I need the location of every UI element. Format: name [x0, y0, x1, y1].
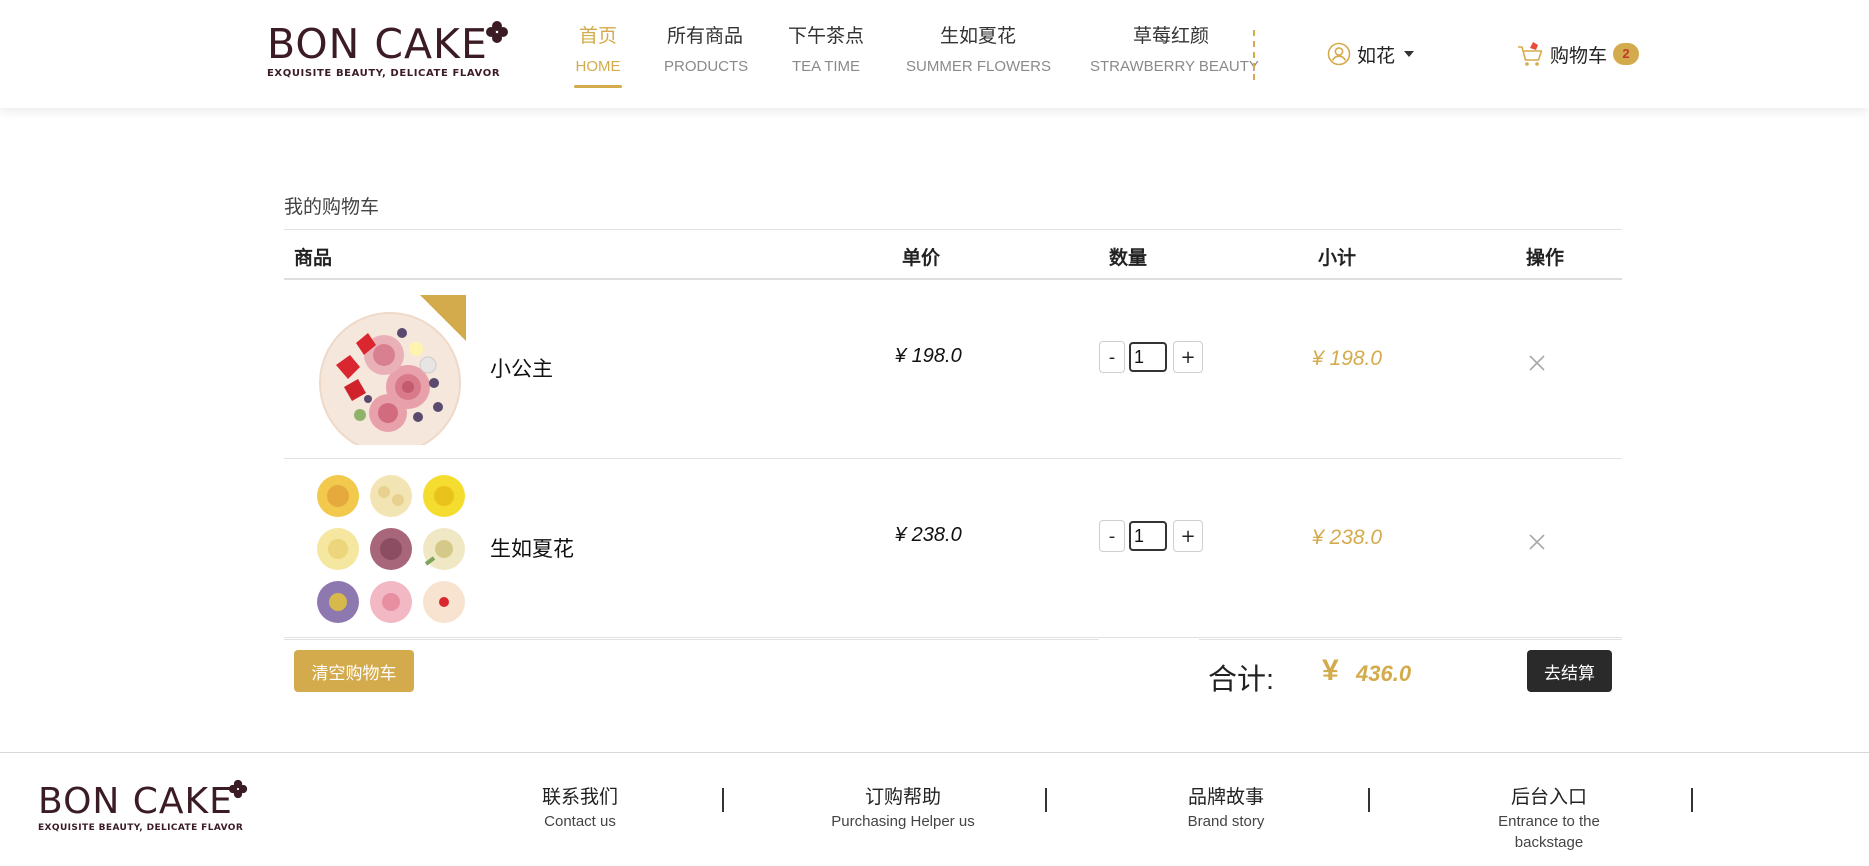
flower-icon	[228, 779, 248, 799]
divider	[284, 639, 1099, 640]
brand-tagline: EXQUISITE BEAUTY, DELICATE FLAVOR	[38, 823, 244, 833]
brand-name: BON CAKE	[38, 781, 233, 822]
footer-link-label: 后台入口	[1510, 787, 1587, 808]
page-title: 我的购物车	[284, 197, 380, 218]
footer-logo[interactable]: BON CAKE EXQUISITE BEAUTY, DELICATE FLAV…	[38, 779, 253, 845]
header-price: 单价	[902, 248, 941, 269]
nav-home-label: 首页	[578, 26, 617, 47]
footer-link-sublabel: Entrance to the backstage	[1498, 813, 1600, 851]
nav-strawberry-beauty[interactable]: 草莓红颜 STRAWBERRY BEAUTY	[1090, 22, 1259, 92]
total-label: 合计:	[1208, 664, 1275, 696]
close-icon[interactable]	[1526, 531, 1548, 553]
quantity-input[interactable]	[1129, 521, 1167, 551]
header-quantity: 数量	[1109, 248, 1148, 269]
active-indicator	[574, 85, 622, 88]
cart-count-badge: 2	[1613, 43, 1640, 65]
increase-quantity-button[interactable]: +	[1173, 341, 1203, 373]
unit-price: ¥ 198.0	[895, 345, 962, 367]
nav-tea-time-label: 下午茶点	[787, 26, 864, 47]
flower-cupcakes-image	[317, 475, 465, 623]
footer-link-sublabel: Purchasing Helper us	[831, 813, 975, 830]
flower-icon	[486, 21, 508, 43]
nav-summer-flowers[interactable]: 生如夏花 SUMMER FLOWERS	[906, 22, 1052, 92]
table-row: 生如夏花 ¥ 238.0 - + ¥ 238.0	[284, 459, 1622, 638]
footer-separator	[1691, 788, 1693, 812]
user-menu[interactable]: 如花	[1327, 40, 1415, 68]
footer-link-label: 联系我们	[541, 787, 618, 808]
nav-home-sublabel: HOME	[575, 58, 621, 75]
close-icon[interactable]	[1526, 352, 1548, 374]
header-subtotal: 小计	[1318, 248, 1357, 269]
footer-link-sublabel: Contact us	[544, 813, 616, 830]
footer-link-contact[interactable]: 联系我们 Contact us	[520, 785, 640, 832]
decrease-quantity-button[interactable]: -	[1099, 520, 1125, 552]
nav-summer-flowers-label: 生如夏花	[939, 26, 1016, 47]
total-currency: ¥	[1322, 654, 1339, 687]
brand-tagline: EXQUISITE BEAUTY, DELICATE FLAVOR	[267, 68, 501, 79]
total-amount: 436.0	[1356, 661, 1412, 686]
nav-divider	[1253, 30, 1255, 80]
nav-products[interactable]: 所有商品 PRODUCTS	[664, 22, 749, 92]
nav-products-sublabel: PRODUCTS	[664, 58, 749, 75]
nav-strawberry-beauty-label: 草莓红颜	[1132, 26, 1209, 47]
cart-table-header: 商品 单价 数量 小计 操作	[284, 229, 1622, 280]
footer-separator	[1045, 788, 1047, 812]
product-name[interactable]: 小公主	[490, 353, 553, 383]
unit-price: ¥ 238.0	[895, 524, 962, 546]
site-header: BON CAKE EXQUISITE BEAUTY, DELICATE FLAV…	[0, 0, 1869, 108]
clear-cart-button[interactable]: 清空购物车	[294, 650, 414, 692]
shopping-cart-icon	[1518, 42, 1543, 66]
quantity-stepper: - +	[1099, 341, 1203, 373]
quantity-stepper: - +	[1099, 520, 1203, 552]
table-row: 小公主 ¥ 198.0 - + ¥ 198.0	[284, 280, 1622, 459]
nav-tea-time-sublabel: TEA TIME	[791, 58, 861, 75]
footer-link-label: 品牌故事	[1187, 787, 1264, 808]
brand-logo[interactable]: BON CAKE EXQUISITE BEAUTY, DELICATE FLAV…	[267, 20, 512, 84]
product-name[interactable]: 生如夏花	[490, 533, 574, 563]
divider	[1199, 639, 1622, 640]
quantity-input[interactable]	[1129, 342, 1167, 372]
user-name: 如花	[1357, 45, 1396, 67]
nav-products-label: 所有商品	[666, 26, 743, 47]
decrease-quantity-button[interactable]: -	[1099, 341, 1125, 373]
header-action: 操作	[1526, 248, 1565, 269]
footer-separator	[722, 788, 724, 812]
footer-link-backstage[interactable]: 后台入口 Entrance to the backstage	[1484, 785, 1614, 853]
footer-separator	[1368, 788, 1370, 812]
brand-name: BON CAKE	[267, 20, 488, 68]
cart-link[interactable]: 购物车 2	[1516, 38, 1640, 70]
nav-tea-time[interactable]: 下午茶点 TEA TIME	[786, 22, 866, 92]
user-circle-icon	[1327, 42, 1351, 66]
increase-quantity-button[interactable]: +	[1173, 520, 1203, 552]
footer-link-brand-story[interactable]: 品牌故事 Brand story	[1166, 785, 1286, 832]
nav-strawberry-beauty-sublabel: STRAWBERRY BEAUTY	[1090, 58, 1259, 75]
strawberry-flower-cake-image	[319, 295, 466, 445]
row-subtotal: ¥ 198.0	[1312, 347, 1383, 370]
row-subtotal: ¥ 238.0	[1312, 526, 1383, 549]
footer-link-label: 订购帮助	[864, 787, 941, 808]
footer-link-sublabel: Brand story	[1187, 813, 1265, 830]
header-product: 商品	[294, 248, 333, 269]
checkout-button[interactable]: 去结算	[1527, 650, 1612, 692]
footer-link-help[interactable]: 订购帮助 Purchasing Helper us	[823, 785, 983, 832]
cart-label: 购物车	[1550, 45, 1608, 67]
nav-home[interactable]: 首页 HOME	[574, 22, 622, 92]
nav-summer-flowers-sublabel: SUMMER FLOWERS	[906, 58, 1052, 75]
chevron-down-icon	[1404, 51, 1415, 57]
site-footer: BON CAKE EXQUISITE BEAUTY, DELICATE FLAV…	[0, 752, 1869, 866]
